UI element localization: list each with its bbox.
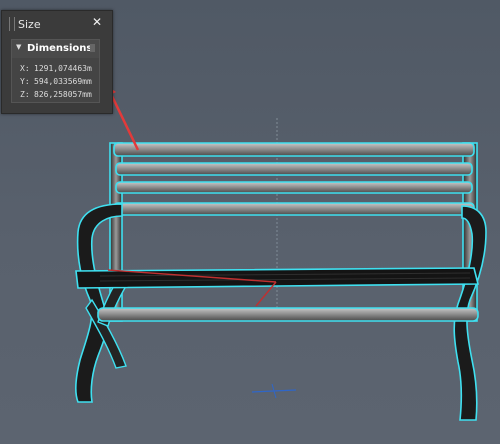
bench-model[interactable] xyxy=(75,142,487,421)
pin-icon[interactable] xyxy=(90,44,95,52)
panel-header[interactable]: Size ✕ xyxy=(2,11,112,37)
dimensions-group-header[interactable]: ▼ Dimensions xyxy=(12,40,99,58)
dimension-axis-label: X: xyxy=(20,64,30,73)
bench-backrest-slat xyxy=(115,181,473,194)
dimension-axis-label: Z: xyxy=(20,90,30,99)
bench-backrest-slat xyxy=(113,202,475,216)
dimensions-group: ▼ Dimensions X: 1291,074463m Y: 594,033569… xyxy=(11,39,100,103)
panel-grip-icon[interactable] xyxy=(9,17,15,31)
dimension-axis-label: Y: xyxy=(20,77,30,86)
dimension-x-value: 1291,074463m xyxy=(34,64,92,73)
bench-backrest-slat xyxy=(113,142,475,157)
bench-front-rail xyxy=(97,307,479,322)
dimensions-title: Dimensions xyxy=(27,43,93,54)
dimension-row-z: Z: 826,258057mm xyxy=(20,90,98,99)
dimension-y-value: 594,033569mm xyxy=(34,77,92,86)
size-panel: Size ✕ ▼ Dimensions X: 1291,074463m Y: 594… xyxy=(1,10,113,114)
dimension-row-y: Y: 594,033569mm xyxy=(20,77,98,86)
panel-title: Size xyxy=(18,18,41,31)
close-icon[interactable]: ✕ xyxy=(92,15,102,29)
collapse-triangle-icon[interactable]: ▼ xyxy=(16,43,21,51)
dimension-z-value: 826,258057mm xyxy=(34,90,92,99)
dimension-row-x: X: 1291,074463m xyxy=(20,64,98,73)
bench-backrest-slat xyxy=(115,162,473,176)
